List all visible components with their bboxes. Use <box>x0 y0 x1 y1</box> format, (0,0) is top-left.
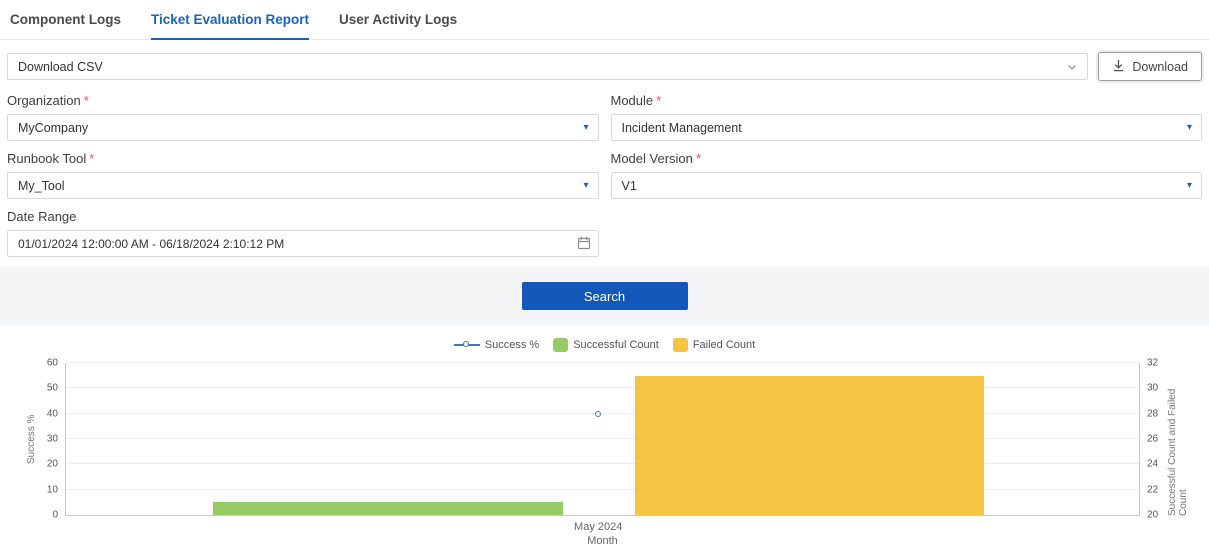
search-band: Search <box>0 267 1209 325</box>
runbook-tool-select[interactable]: My_Tool ▾ <box>7 172 599 199</box>
legend-label: Failed Count <box>693 339 755 351</box>
model-version-select[interactable]: V1 ▾ <box>611 172 1203 199</box>
organization-select[interactable]: MyCompany ▾ <box>7 114 599 141</box>
tab-ticket-evaluation-report[interactable]: Ticket Evaluation Report <box>151 0 309 39</box>
yellow-swatch-icon <box>673 338 688 352</box>
chart-panel: Success % Successful Count Failed Count … <box>0 325 1209 550</box>
gridline <box>66 362 1139 363</box>
date-range-field: Date Range <box>7 209 599 257</box>
download-icon <box>1112 59 1125 75</box>
y-tick-label: 28 <box>1147 408 1158 419</box>
line-marker-icon <box>454 340 480 350</box>
runbook-tool-value: My_Tool <box>18 179 65 193</box>
model-version-value: V1 <box>622 179 637 193</box>
chart-legend: Success % Successful Count Failed Count <box>0 337 1209 353</box>
right-axis-ticks: 20222426283032 <box>1139 363 1173 515</box>
y-tick-label: 10 <box>47 484 58 495</box>
legend-item-successful-count[interactable]: Successful Count <box>553 338 659 352</box>
export-format-value: Download CSV <box>18 60 103 74</box>
y-tick-label: 32 <box>1147 358 1158 369</box>
download-button-label: Download <box>1132 60 1188 74</box>
module-label: Module* <box>611 93 1203 108</box>
y-tick-label: 30 <box>47 434 58 445</box>
required-mark: * <box>656 93 661 108</box>
date-range-input[interactable] <box>7 230 599 257</box>
plot-area: 0102030405060 20222426283032 May 2024 Mo… <box>65 363 1140 516</box>
y-tick-label: 20 <box>47 459 58 470</box>
y-tick-label: 24 <box>1147 459 1158 470</box>
line-point-success- <box>595 411 601 417</box>
required-mark: * <box>84 93 89 108</box>
bar-successful-count <box>213 502 563 515</box>
date-range-label: Date Range <box>7 209 599 224</box>
filters-panel: Component Logs Ticket Evaluation Report … <box>0 0 1209 267</box>
export-format-select[interactable]: Download CSV <box>7 53 1088 80</box>
model-version-label: Model Version* <box>611 151 1203 166</box>
y-tick-label: 26 <box>1147 434 1158 445</box>
x-axis-title: Month <box>587 535 618 547</box>
runbook-tool-label: Runbook Tool* <box>7 151 599 166</box>
legend-label: Success % <box>485 339 539 351</box>
legend-label: Successful Count <box>573 339 659 351</box>
module-value: Incident Management <box>622 121 742 135</box>
y-tick-label: 40 <box>47 408 58 419</box>
search-button[interactable]: Search <box>522 282 688 310</box>
download-button[interactable]: Download <box>1098 52 1202 81</box>
organization-label: Organization* <box>7 93 599 108</box>
runbook-tool-field: Runbook Tool* My_Tool ▾ <box>7 151 599 199</box>
module-select[interactable]: Incident Management ▾ <box>611 114 1203 141</box>
model-version-field: Model Version* V1 ▾ <box>611 151 1203 199</box>
legend-item-success-pct[interactable]: Success % <box>454 339 539 351</box>
y-tick-label: 60 <box>47 358 58 369</box>
module-field: Module* Incident Management ▾ <box>611 93 1203 141</box>
y-tick-label: 30 <box>1147 383 1158 394</box>
left-axis-ticks: 0102030405060 <box>32 363 66 515</box>
y-tick-label: 20 <box>1147 510 1158 521</box>
chevron-down-icon <box>1066 61 1078 73</box>
green-swatch-icon <box>553 338 568 352</box>
bar-failed-count <box>635 376 985 515</box>
y-tick-label: 22 <box>1147 484 1158 495</box>
organization-field: Organization* MyCompany ▾ <box>7 93 599 141</box>
tab-bar: Component Logs Ticket Evaluation Report … <box>0 0 1209 40</box>
x-tick-label: May 2024 <box>574 521 622 533</box>
required-mark: * <box>89 151 94 166</box>
organization-value: MyCompany <box>18 121 88 135</box>
required-mark: * <box>696 151 701 166</box>
tab-component-logs[interactable]: Component Logs <box>10 0 121 39</box>
calendar-icon[interactable] <box>577 236 591 250</box>
tab-user-activity-logs[interactable]: User Activity Logs <box>339 0 457 39</box>
legend-item-failed-count[interactable]: Failed Count <box>673 338 755 352</box>
y-tick-label: 0 <box>52 510 58 521</box>
y-tick-label: 50 <box>47 383 58 394</box>
